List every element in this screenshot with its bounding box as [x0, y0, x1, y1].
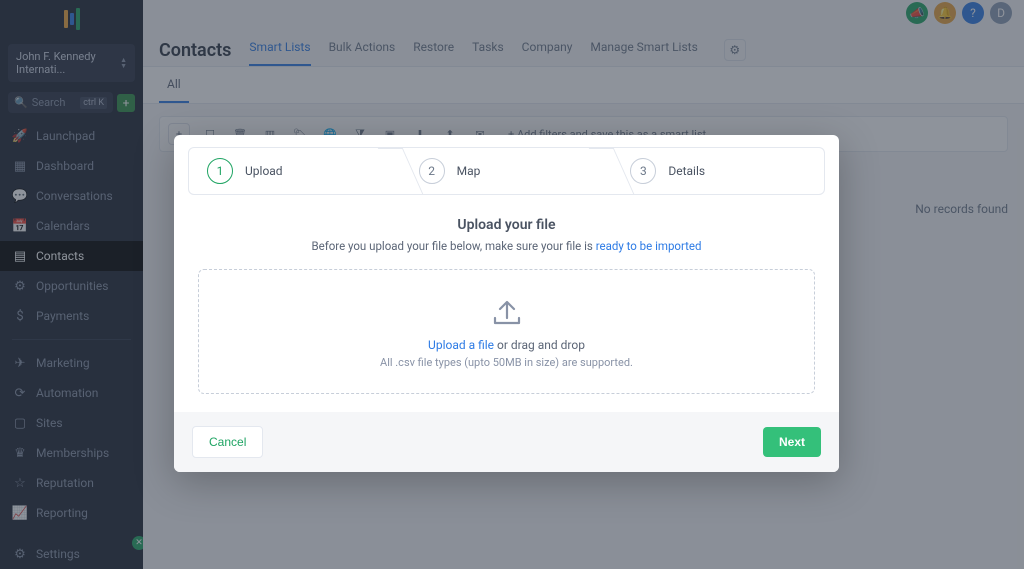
- step-map[interactable]: 2 Map: [401, 148, 613, 194]
- cancel-button[interactable]: Cancel: [192, 426, 263, 458]
- upload-title: Upload your file: [198, 217, 815, 233]
- import-modal: 1 Upload 2 Map 3 Details Upload your fil…: [174, 135, 839, 472]
- dropzone-hint: All .csv file types (upto 50MB in size) …: [211, 356, 802, 369]
- stepper: 1 Upload 2 Map 3 Details: [188, 147, 825, 195]
- ready-link[interactable]: ready to be imported: [596, 239, 702, 253]
- step-upload[interactable]: 1 Upload: [189, 148, 401, 194]
- upload-subtitle: Before you upload your file below, make …: [198, 239, 815, 253]
- modal-body: Upload your file Before you upload your …: [174, 207, 839, 412]
- dropzone[interactable]: Upload a file or drag and drop All .csv …: [198, 269, 815, 394]
- modal-footer: Cancel Next: [174, 412, 839, 472]
- step-number: 3: [630, 158, 656, 184]
- upload-file-link[interactable]: Upload a file: [428, 338, 494, 352]
- step-details[interactable]: 3 Details: [612, 148, 824, 194]
- step-number: 1: [207, 158, 233, 184]
- step-number: 2: [419, 158, 445, 184]
- upload-icon: [211, 298, 802, 332]
- next-button[interactable]: Next: [763, 427, 821, 457]
- dropzone-text: Upload a file or drag and drop: [211, 338, 802, 352]
